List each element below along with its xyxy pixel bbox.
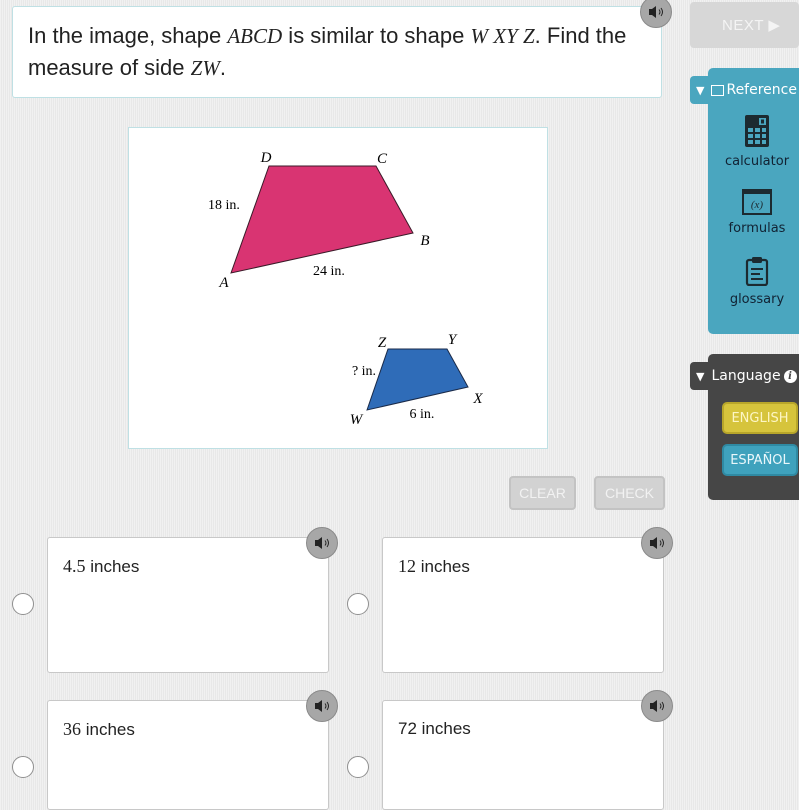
reference-tab-label: Reference xyxy=(726,82,797,98)
reference-item-formulas[interactable]: (x) formulas xyxy=(712,189,799,236)
vertex-label-b: B xyxy=(420,233,429,249)
choice-radio-2[interactable] xyxy=(347,593,369,615)
calculator-icon xyxy=(745,115,769,147)
choice-label: 72 inches xyxy=(398,719,471,738)
reference-item-label: formulas xyxy=(728,221,786,236)
reference-item-label: glossary xyxy=(729,292,785,307)
similar-shapes-figure: D C B A 18 in. 24 in. Z Y X W ? in. 6 in… xyxy=(208,150,483,428)
question-audio-button[interactable] xyxy=(640,0,672,28)
clear-button[interactable]: CLEAR xyxy=(509,476,576,510)
english-button[interactable]: ENGLISH xyxy=(722,402,798,434)
shape-abcd-label: ABCD xyxy=(227,24,283,48)
clipboard-icon xyxy=(745,257,769,286)
choice-radio-4[interactable] xyxy=(347,756,369,778)
vertex-label-a: A xyxy=(218,275,229,291)
collapse-triangle-icon: ▼ xyxy=(696,369,705,383)
shape-wxyz xyxy=(366,348,469,411)
formulas-icon: (x) xyxy=(742,189,772,215)
question-text-part: is similar to shape xyxy=(282,23,471,48)
next-button[interactable]: NEXT ▶ xyxy=(690,2,799,48)
formula-glyph: (x) xyxy=(751,199,764,211)
side-zw-length: ? in. xyxy=(352,364,376,379)
choice-label: 36 inches xyxy=(63,719,135,739)
vertex-label-z: Z xyxy=(378,335,387,351)
vertex-label-y: Y xyxy=(448,332,458,348)
speaker-icon xyxy=(315,537,329,549)
choice-card-3[interactable]: 36 inches xyxy=(47,700,329,810)
question-text: In the image, shape ABCD is similar to s… xyxy=(28,20,648,84)
choice-card-4[interactable]: 72 inches xyxy=(382,700,664,810)
collapse-triangle-icon: ▼ xyxy=(696,83,705,97)
speaker-icon xyxy=(315,700,329,712)
reference-book-icon xyxy=(711,84,725,96)
choice-radio-1[interactable] xyxy=(12,593,34,615)
speaker-icon xyxy=(650,537,664,549)
reference-item-glossary[interactable]: glossary xyxy=(712,256,799,307)
figure-panel: D C B A 18 in. 24 in. Z Y X W ? in. 6 in… xyxy=(128,127,548,449)
vertex-label-w: W xyxy=(350,412,364,428)
side-da-length: 18 in. xyxy=(208,198,240,213)
speaker-icon xyxy=(649,6,663,18)
choice-card-1[interactable]: 4.5 inches xyxy=(47,537,329,673)
choice-label: 12 inches xyxy=(398,556,470,576)
info-icon[interactable]: i xyxy=(783,369,797,383)
language-tab-label: Language xyxy=(711,368,781,384)
reference-item-label: calculator xyxy=(724,154,790,169)
reference-tab[interactable]: ▼ Reference xyxy=(690,76,799,104)
choice-label: 4.5 inches xyxy=(63,556,140,576)
choice-audio-button-2[interactable] xyxy=(641,527,673,559)
vertex-label-d: D xyxy=(260,150,272,166)
espanol-button[interactable]: ESPAÑOL xyxy=(722,444,798,476)
choice-audio-button-3[interactable] xyxy=(306,690,338,722)
reference-item-calculator[interactable]: calculator xyxy=(712,114,799,169)
choice-audio-button-4[interactable] xyxy=(641,690,673,722)
question-text-part: In the image, shape xyxy=(28,23,228,48)
question-text-part: . xyxy=(219,55,226,80)
vertex-label-x: X xyxy=(472,391,483,407)
speaker-icon xyxy=(650,700,664,712)
choice-audio-button-1[interactable] xyxy=(306,527,338,559)
language-tab[interactable]: ▼ Language i xyxy=(690,362,799,390)
choice-radio-3[interactable] xyxy=(12,756,34,778)
side-wx-length: 6 in. xyxy=(410,407,435,422)
side-ab-length: 24 in. xyxy=(313,264,345,279)
check-button[interactable]: CHECK xyxy=(594,476,665,510)
shape-wxyz-label: W XY Z xyxy=(470,24,535,48)
choice-card-2[interactable]: 12 inches xyxy=(382,537,664,673)
shape-abcd xyxy=(230,165,414,274)
vertex-label-c: C xyxy=(377,151,388,167)
side-zw-label: ZW xyxy=(190,56,220,80)
